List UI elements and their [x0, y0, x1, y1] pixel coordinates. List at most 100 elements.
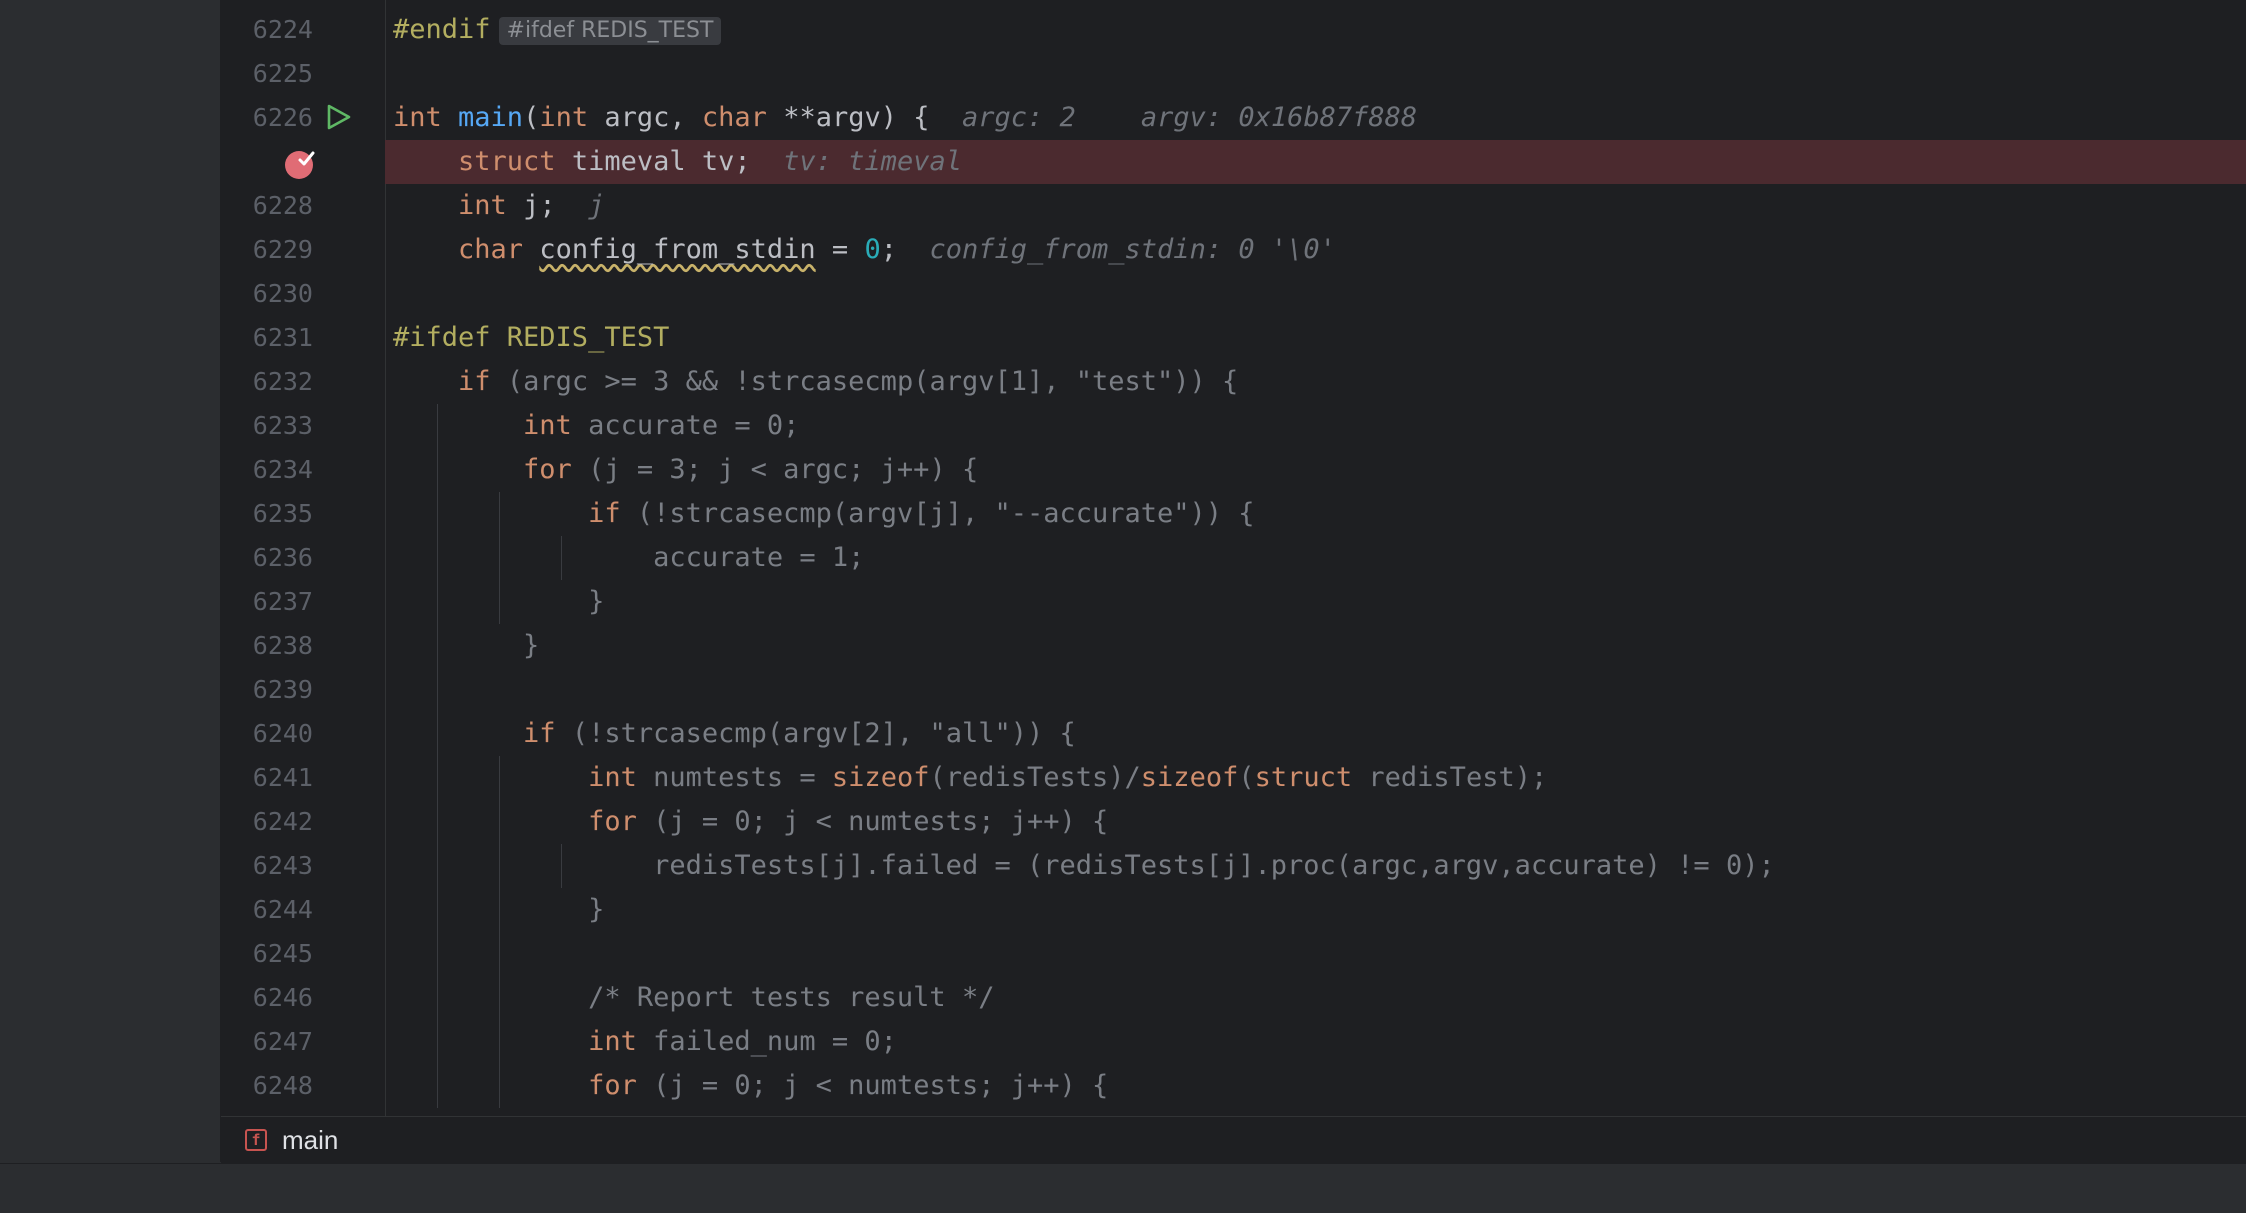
line-number[interactable]: 6241	[221, 756, 313, 800]
line-number[interactable]: 6233	[221, 404, 313, 448]
line-number[interactable]: 6238	[221, 624, 313, 668]
line-number[interactable]: 6247	[221, 1020, 313, 1064]
code-token: #ifdef REDIS_TEST	[393, 322, 670, 353]
code-area[interactable]: #endif #ifdef REDIS_TEST int main(int argc…	[385, 0, 2246, 1116]
line-number[interactable]: 6224	[221, 8, 313, 52]
code-line[interactable]	[385, 272, 2246, 316]
code-token: (!strcasecmp(argv[j], "--accurate")) {	[636, 498, 1255, 529]
code-token: if	[523, 718, 572, 749]
code-token: int	[588, 762, 654, 793]
code-line[interactable]: #ifdef REDIS_TEST	[385, 316, 2246, 360]
code-token: char	[701, 102, 784, 133]
code-token: 0	[864, 234, 881, 265]
line-number[interactable]: 6242	[221, 800, 313, 844]
code-token: if	[588, 498, 637, 529]
code-line[interactable]: if (argc >= 3 && !strcasecmp(argv[1], "t…	[385, 360, 2246, 404]
code-line[interactable]: if (!strcasecmp(argv[2], "all")) {	[385, 712, 2246, 756]
code-token: /* Report tests result */	[393, 982, 995, 1013]
code-token: for	[523, 454, 589, 485]
code-line[interactable]: for (j = 0; j < numtests; j++) {	[385, 1064, 2246, 1108]
code-line[interactable]: }	[385, 888, 2246, 932]
code-editor[interactable]: 6224 6225 6226 6228 6229 6230 6231 6232 6233 6234…	[221, 0, 2246, 1116]
line-number[interactable]: 6236	[221, 536, 313, 580]
code-token: int	[393, 102, 459, 133]
code-line[interactable]: for (j = 0; j < numtests; j++) {	[385, 800, 2246, 844]
code-token: if	[458, 366, 507, 397]
line-number[interactable]: 6248	[221, 1064, 313, 1108]
code-line[interactable]: char config_from_stdin = 0; config_from_…	[385, 228, 2246, 272]
code-line[interactable]	[385, 52, 2246, 96]
code-line[interactable]: int j; j	[385, 184, 2246, 228]
code-token: for	[588, 806, 654, 837]
line-number[interactable]: 6245	[221, 932, 313, 976]
line-number[interactable]: 6230	[221, 272, 313, 316]
code-token: accurate = 1;	[393, 542, 865, 573]
folded-region-chip[interactable]: #ifdef REDIS_TEST	[498, 16, 722, 45]
line-number[interactable]: 6229	[221, 228, 313, 272]
code-token: sizeof	[1140, 762, 1239, 793]
indent-guide	[499, 756, 500, 1108]
code-line[interactable]: }	[385, 580, 2246, 624]
line-number[interactable]: 6237	[221, 580, 313, 624]
line-number[interactable]: 6246	[221, 976, 313, 1020]
code-line[interactable]	[385, 668, 2246, 712]
code-token: main	[458, 102, 524, 133]
code-token: int	[588, 1026, 654, 1057]
code-token: numtests =	[653, 762, 832, 793]
breadcrumb-item-main[interactable]: main	[282, 1117, 338, 1163]
line-number[interactable]: 6235	[221, 492, 313, 536]
line-number[interactable]: 6244	[221, 888, 313, 932]
code-line[interactable]: }	[385, 624, 2246, 668]
line-number[interactable]: 6232	[221, 360, 313, 404]
function-icon: f	[245, 1129, 267, 1151]
code-token: argc,	[604, 102, 702, 133]
status-bar	[0, 1163, 2246, 1213]
tool-window-strip	[0, 0, 221, 1162]
code-token: failed_num = 0;	[653, 1026, 897, 1057]
code-token: struct	[1254, 762, 1369, 793]
code-line[interactable]: /* Report tests result */	[385, 976, 2246, 1020]
code-line-current[interactable]: struct timeval tv; tv: timeval	[385, 140, 2246, 184]
code-line[interactable]: int failed_num = 0;	[385, 1020, 2246, 1064]
code-token: config_from_stdin	[539, 234, 816, 265]
line-number[interactable]: 6239	[221, 668, 313, 712]
line-number[interactable]: 6225	[221, 52, 313, 96]
code-token: (redisTests)/	[929, 762, 1141, 793]
line-number[interactable]: 6240	[221, 712, 313, 756]
code-token: (argc >= 3 && !strcasecmp(argv[1], "test…	[506, 366, 1239, 397]
code-line[interactable]: int main(int argc, char **argv) { argc: …	[385, 96, 2246, 140]
code-token: **argv) {	[783, 102, 930, 133]
code-token: (	[1238, 762, 1255, 793]
code-line[interactable]: redisTests[j].failed = (redisTests[j].pr…	[385, 844, 2246, 888]
line-number[interactable]: 6231	[221, 316, 313, 360]
line-number[interactable]: 6243	[221, 844, 313, 888]
code-token: timeval tv;	[571, 146, 751, 177]
run-icon[interactable]	[324, 103, 352, 131]
code-line[interactable]: #endif #ifdef REDIS_TEST	[385, 8, 2246, 52]
code-line[interactable]: for (j = 3; j < argc; j++) {	[385, 448, 2246, 492]
code-token: =	[815, 234, 865, 265]
code-token: int	[458, 190, 524, 221]
code-token: (j = 0; j < numtests; j++) {	[653, 806, 1109, 837]
code-token: (	[523, 102, 540, 133]
inline-debug-value: argc: 2 argv: 0x16b87f888	[929, 102, 1418, 133]
code-line[interactable]: int numtests = sizeof(redisTests)/sizeof…	[385, 756, 2246, 800]
line-number[interactable]: 6234	[221, 448, 313, 492]
line-number[interactable]: 6228	[221, 184, 313, 228]
code-line[interactable]: accurate = 1;	[385, 536, 2246, 580]
code-line[interactable]: if (!strcasecmp(argv[j], "--accurate")) …	[385, 492, 2246, 536]
code-token: }	[393, 630, 540, 661]
indent-guide	[561, 844, 562, 888]
line-number[interactable]: 6226	[221, 96, 313, 140]
code-line[interactable]	[385, 932, 2246, 976]
code-token: redisTest);	[1368, 762, 1548, 793]
code-line[interactable]: int accurate = 0;	[385, 404, 2246, 448]
breakpoint-icon[interactable]	[283, 147, 317, 181]
